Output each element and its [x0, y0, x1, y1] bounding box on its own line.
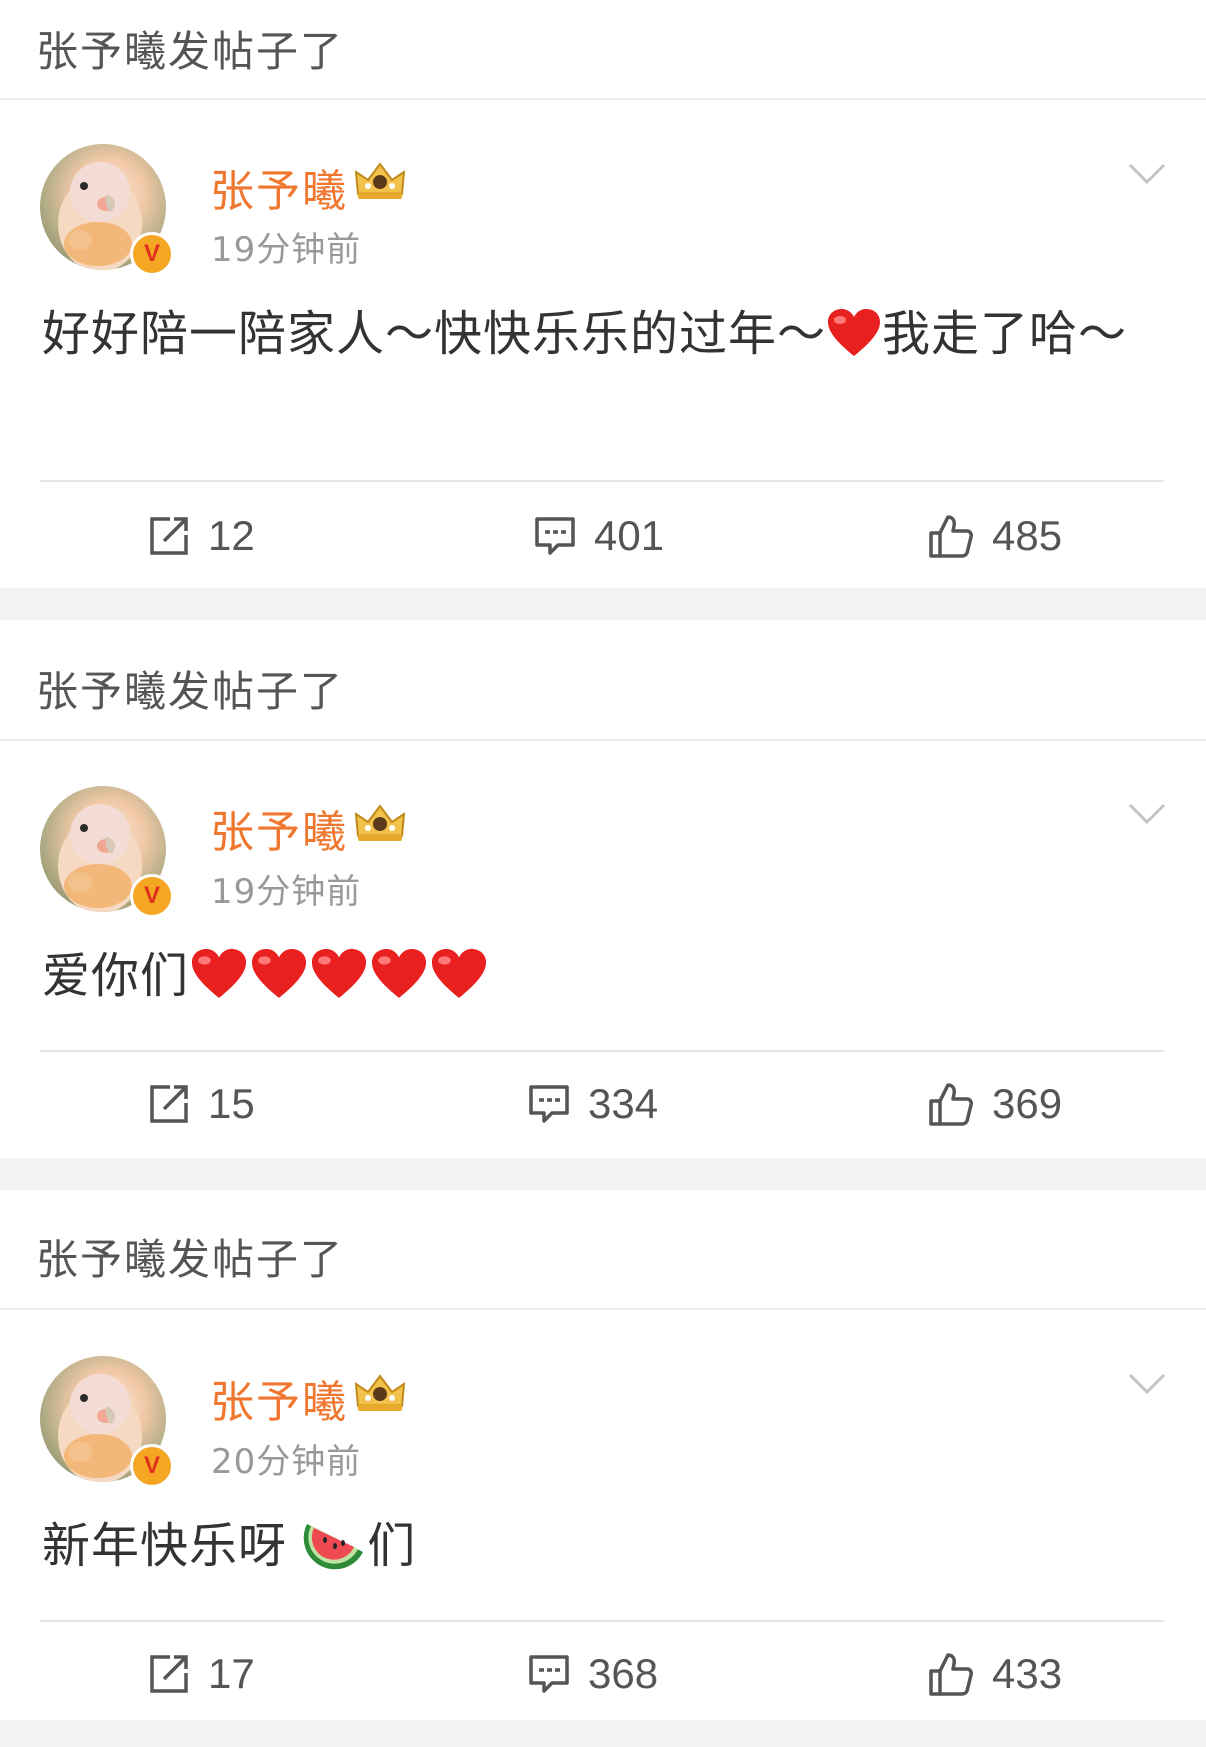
divider	[40, 1050, 1164, 1052]
repost-button[interactable]: 12	[148, 512, 255, 560]
avatar[interactable]: V	[40, 144, 174, 276]
chevron-down-icon[interactable]	[1128, 1372, 1166, 1396]
post-group-header: 张予曦发帖子了	[36, 27, 345, 76]
comment-count: 401	[594, 512, 665, 559]
like-button[interactable]: 433	[928, 1650, 1062, 1698]
post-card: 张予曦发帖子了 V 张予曦 1	[0, 0, 1206, 588]
repost-icon	[150, 1085, 188, 1123]
section-gap	[0, 1720, 1206, 1747]
crown-icon	[354, 162, 406, 199]
divider	[0, 1308, 1206, 1310]
post-card: 张予曦发帖子了 V 张予曦 20分钟前 新年快乐呀 们 17 368 433	[0, 1190, 1206, 1720]
comment-count: 368	[588, 1650, 659, 1697]
post-timestamp: 19分钟前	[211, 230, 362, 270]
author-name[interactable]: 张予曦	[210, 796, 348, 860]
repost-icon	[150, 1655, 188, 1693]
heart-emoji-icon	[431, 949, 487, 998]
verified-badge-icon: V	[130, 1444, 174, 1488]
author-name[interactable]: 张予曦	[210, 155, 348, 219]
like-count: 485	[992, 512, 1063, 559]
comment-count: 334	[588, 1080, 659, 1127]
weibo-feed: 张予曦发帖子了 V 张予曦 19分钟前 好好陪一陪家人～快快乐乐的过年～ 我走了…	[0, 0, 1206, 1747]
thumbs-up-icon	[929, 1653, 973, 1696]
divider	[40, 480, 1164, 482]
watermelon-emoji-icon	[303, 1524, 364, 1570]
thumbs-up-icon	[929, 515, 973, 558]
repost-button[interactable]: 17	[148, 1650, 255, 1698]
heart-emoji-icon	[191, 949, 247, 998]
post-group-header: 张予曦发帖子了	[36, 1235, 345, 1284]
comment-button[interactable]: 368	[528, 1650, 658, 1698]
avatar[interactable]: V	[40, 1356, 174, 1488]
like-count: 433	[992, 1650, 1063, 1697]
heart-emoji-icon	[311, 949, 367, 998]
verified-badge-icon: V	[130, 874, 174, 918]
repost-count: 17	[208, 1650, 255, 1697]
avatar[interactable]: V	[40, 786, 174, 918]
repost-count: 15	[208, 1080, 255, 1127]
repost-button[interactable]: 15	[148, 1080, 255, 1128]
repost-icon	[150, 517, 188, 555]
post-text: 新年快乐呀 们	[42, 1518, 417, 1574]
comment-icon	[535, 517, 575, 555]
heart-emoji-icon	[251, 949, 307, 998]
like-button[interactable]: 485	[928, 512, 1062, 560]
repost-count: 12	[208, 512, 255, 559]
chevron-down-icon[interactable]	[1128, 162, 1166, 186]
divider	[40, 1620, 1164, 1622]
comment-icon	[529, 1085, 569, 1123]
divider	[0, 98, 1206, 100]
post-text: 爱你们	[42, 942, 1172, 1010]
divider	[0, 739, 1206, 741]
post-card: 张予曦发帖子了 V 张予曦 1	[0, 620, 1206, 1158]
thumbs-up-icon	[929, 1083, 973, 1126]
comment-icon	[529, 1655, 569, 1693]
heart-emoji-icon	[828, 309, 881, 356]
like-count: 369	[992, 1080, 1063, 1127]
post-timestamp: 20分钟前	[211, 1442, 362, 1482]
crown-icon	[354, 1374, 406, 1411]
chevron-down-icon[interactable]	[1128, 802, 1166, 826]
verified-badge-icon: V	[130, 232, 174, 276]
author-name[interactable]: 张予曦	[210, 1366, 348, 1430]
post-timestamp: 19分钟前	[211, 872, 362, 912]
comment-button[interactable]: 401	[534, 512, 664, 560]
like-button[interactable]: 369	[928, 1080, 1062, 1128]
section-gap	[0, 588, 1206, 620]
comment-button[interactable]: 334	[528, 1080, 658, 1128]
post-group-header: 张予曦发帖子了	[36, 667, 345, 716]
crown-icon	[354, 804, 406, 841]
heart-emoji-icon	[371, 949, 427, 998]
section-gap	[0, 1158, 1206, 1190]
post-text: 好好陪一陪家人～快快乐乐的过年～ 我走了哈～	[42, 306, 1128, 362]
